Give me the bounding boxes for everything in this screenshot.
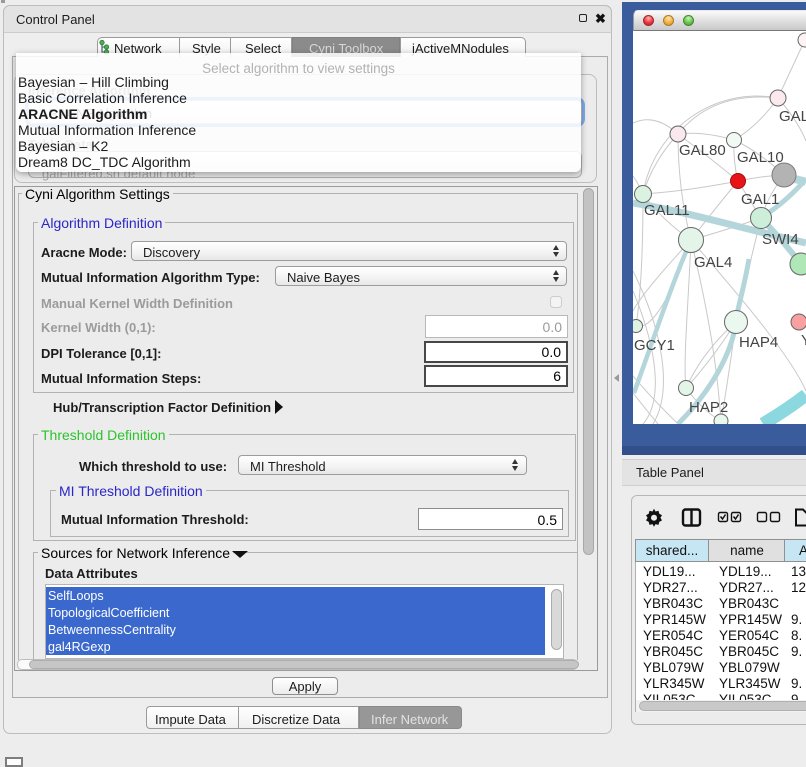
svg-text:GAL1: GAL1	[741, 191, 779, 208]
svg-text:Y: Y	[801, 332, 806, 349]
svg-text:HAP4: HAP4	[739, 334, 778, 351]
svg-text:GAL11: GAL11	[644, 202, 690, 219]
svg-text:GAL10: GAL10	[737, 149, 784, 166]
svg-text:GAL4: GAL4	[694, 254, 732, 271]
svg-text:GAL80: GAL80	[679, 142, 726, 159]
svg-text:GAL7: GAL7	[779, 108, 806, 125]
svg-text:HAP2: HAP2	[689, 399, 728, 416]
svg-text:SWI4: SWI4	[762, 231, 799, 248]
svg-text:GCY1: GCY1	[634, 337, 675, 354]
